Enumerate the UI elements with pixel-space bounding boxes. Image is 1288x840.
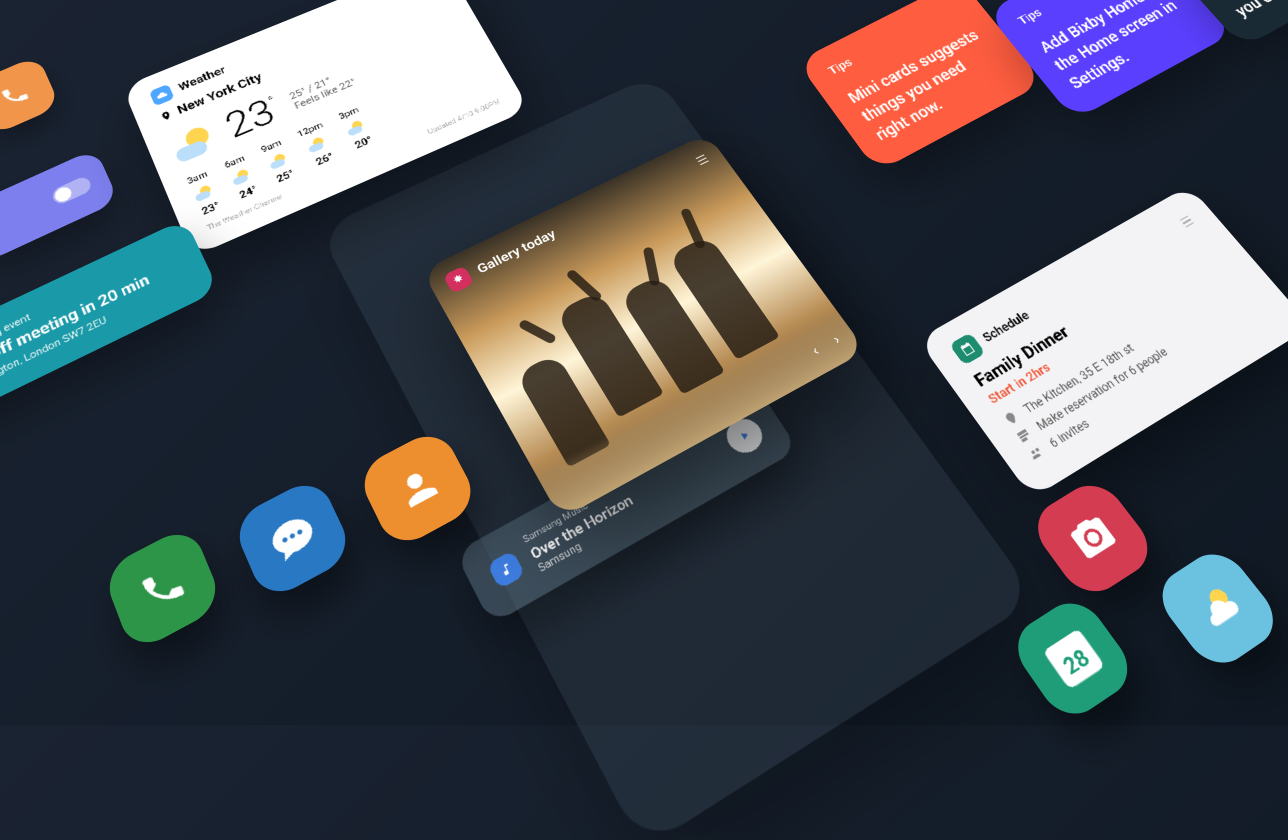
forecast-hour: 12pm 26° (296, 121, 339, 170)
meeting-card[interactable]: Upcoming event Kickoff meeting in 20 min… (0, 219, 219, 424)
music-note-icon (496, 560, 515, 580)
forecast-hour: 6am 24° (223, 154, 260, 202)
sun-cloud-icon (1179, 571, 1257, 646)
note-icon (1014, 426, 1035, 445)
toggle-knob (53, 185, 74, 204)
tips-body: Add Bixby Home to the Home screen in Set… (1036, 0, 1205, 95)
phone-mini-icon (0, 55, 60, 136)
people-icon (1026, 443, 1047, 462)
forecast-hour: 3pm 20° (337, 106, 375, 152)
cloud-icon (154, 88, 169, 102)
calendar-icon (957, 340, 977, 358)
camera-icon (1061, 508, 1124, 567)
chat-bubble-icon (261, 505, 324, 570)
weather-app-icon[interactable] (1149, 543, 1286, 675)
drag-handle-icon[interactable]: ☰ (1178, 214, 1197, 231)
tips-body: Take a look and let you explore. (1215, 0, 1288, 23)
phone-icon (0, 79, 33, 111)
gallery-app-icon (443, 265, 475, 293)
weather-condition-icon (168, 119, 220, 166)
messages-app-icon[interactable] (230, 475, 355, 603)
calendar-app-icon[interactable]: 28 (1005, 592, 1140, 726)
flower-icon (449, 271, 468, 288)
forecast-hour: 3am 23° (186, 170, 223, 219)
music-app-icon (487, 550, 526, 589)
location-pin-icon (1001, 409, 1021, 428)
play-icon (735, 427, 754, 445)
schedule-app-icon (949, 332, 986, 365)
drag-handle-icon[interactable]: ☰ (694, 153, 712, 169)
toggle-card[interactable] (0, 148, 119, 264)
forecast-hour: 9am 25° (260, 138, 297, 185)
schedule-app-title: Schedule (980, 308, 1032, 345)
weather-app-icon (149, 84, 175, 107)
calendar-day-icon: 28 (1030, 616, 1115, 701)
phone-app-icon[interactable] (101, 524, 225, 655)
person-icon (387, 457, 448, 518)
toggle-switch[interactable] (50, 175, 93, 207)
weather-details: 25° / 21° Feels like 22° (288, 67, 358, 111)
camera-app-icon[interactable] (1025, 475, 1160, 603)
location-pin-icon (159, 109, 175, 123)
phone-icon (134, 558, 191, 619)
schedule-card[interactable]: Schedule ☰ Family Dinner Start in 2hrs T… (918, 185, 1288, 498)
